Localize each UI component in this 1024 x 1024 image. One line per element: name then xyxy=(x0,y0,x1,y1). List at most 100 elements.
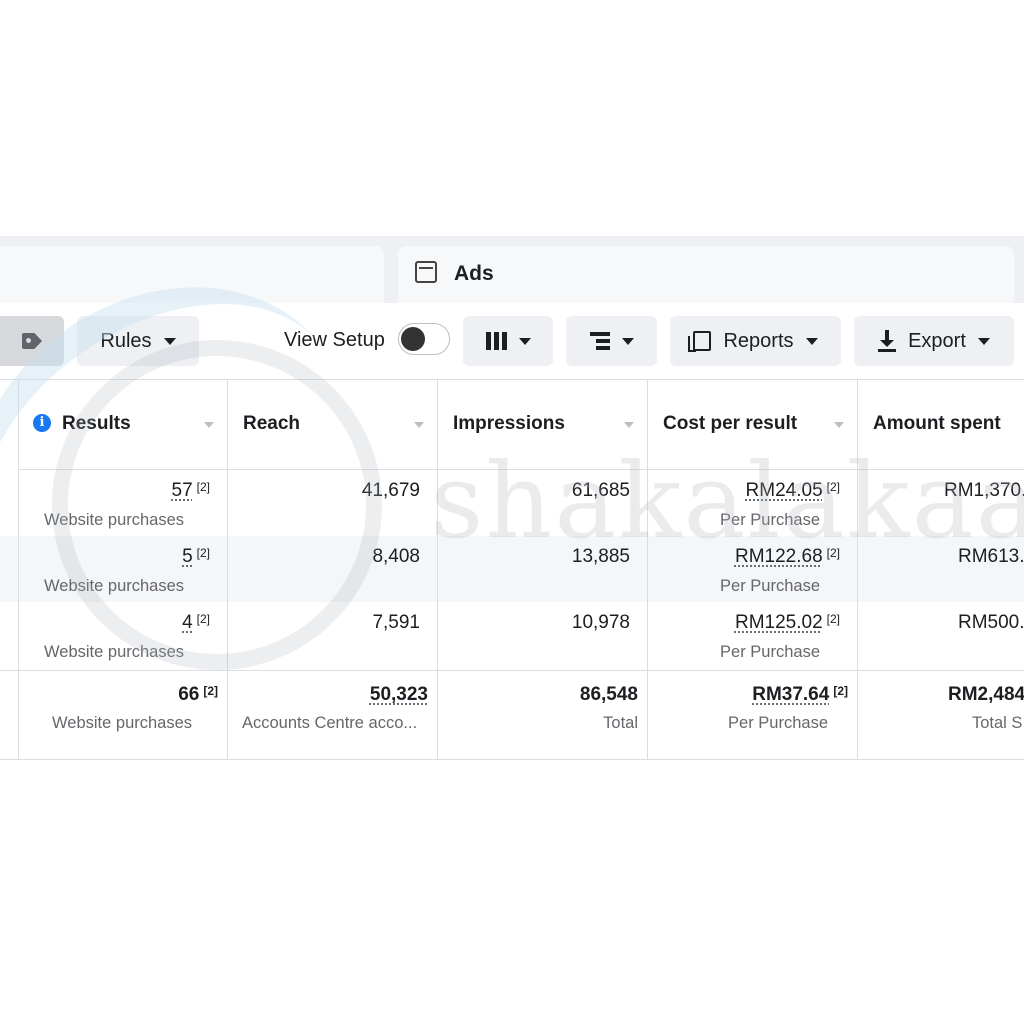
cell-amount-spent: RM613. xyxy=(858,536,1024,602)
tab-ads[interactable]: Ads xyxy=(398,246,1014,304)
cell-amount-spent: RM1,370. xyxy=(858,470,1024,536)
impressions-value: 61,685 xyxy=(572,480,630,502)
cost-subtext: Per Purchase xyxy=(720,511,820,530)
column-header-reach[interactable]: Reach xyxy=(228,379,438,470)
export-button[interactable]: Export xyxy=(854,316,1014,366)
results-value[interactable]: 57 [2] xyxy=(172,480,210,502)
total-impressions-subtext: Total xyxy=(603,714,638,733)
footnote-marker: [2] xyxy=(827,546,840,560)
column-divider xyxy=(18,379,19,760)
summary-row: 66 [2] Website purchases 50,323 Accounts … xyxy=(0,670,1024,760)
impressions-value: 10,978 xyxy=(572,612,630,634)
export-icon xyxy=(878,330,896,352)
amount-value: RM1,370. xyxy=(944,480,1024,502)
cell-impressions: 13,885 xyxy=(438,536,648,602)
footnote-marker: [2] xyxy=(197,612,210,626)
chevron-down-icon xyxy=(622,338,634,345)
total-reach-subtext: Accounts Centre acco... xyxy=(242,714,417,733)
view-setup-toggle[interactable] xyxy=(398,323,450,355)
total-results-value: 66 [2] xyxy=(178,684,218,706)
footnote-marker: [2] xyxy=(827,480,840,494)
results-value[interactable]: 5 [2] xyxy=(182,546,210,568)
sort-caret-icon[interactable] xyxy=(834,422,844,428)
total-cost-subtext: Per Purchase xyxy=(728,714,828,733)
table-row[interactable]: 4 [2] Website purchases 7,591 10,978 RM12… xyxy=(0,602,1024,668)
cell-reach: 7,591 xyxy=(228,602,438,668)
table-row[interactable]: 57 [2] Website purchases 41,679 61,685 RM… xyxy=(0,470,1024,536)
reach-value: 41,679 xyxy=(362,480,420,502)
chevron-down-icon xyxy=(519,338,531,345)
total-cost-per-result: RM37.64 [2] Per Purchase xyxy=(648,671,858,761)
sort-caret-icon[interactable] xyxy=(624,422,634,428)
column-header-label: Results xyxy=(62,413,131,435)
columns-button[interactable] xyxy=(463,316,553,366)
total-reach: 50,323 Accounts Centre acco... xyxy=(228,671,438,761)
tab-ad-sets[interactable] xyxy=(0,246,384,304)
column-header-label: Amount spent xyxy=(873,413,1001,435)
results-number: 5 xyxy=(182,546,193,567)
reach-value: 7,591 xyxy=(372,612,420,634)
footnote-marker: [2] xyxy=(197,546,210,560)
reports-button[interactable]: Reports xyxy=(670,316,841,366)
cost-number: RM122.68 xyxy=(735,546,823,567)
ads-icon xyxy=(415,261,437,283)
results-subtext: Website purchases xyxy=(44,643,184,662)
cell-results: 57 [2] Website purchases xyxy=(18,470,228,536)
total-amount-value: RM2,484 xyxy=(948,684,1024,706)
columns-icon xyxy=(486,332,507,350)
column-divider xyxy=(647,379,648,760)
column-header-cost-per-result[interactable]: Cost per result xyxy=(648,379,858,470)
chevron-down-icon xyxy=(164,338,176,345)
reach-value: 8,408 xyxy=(372,546,420,568)
cell-results: 4 [2] Website purchases xyxy=(18,602,228,668)
cost-number: RM125.02 xyxy=(735,612,823,633)
table-row[interactable]: 5 [2] Website purchases 8,408 13,885 RM12… xyxy=(0,536,1024,602)
column-header-amount-spent[interactable]: Amount spent xyxy=(858,379,1024,470)
cell-reach: 41,679 xyxy=(228,470,438,536)
column-header-label: Cost per result xyxy=(663,413,797,435)
footnote-marker: [2] xyxy=(197,480,210,494)
cell-cost-per-result: RM125.02 [2] Per Purchase xyxy=(648,602,858,668)
column-header-results[interactable]: i Results xyxy=(18,379,228,470)
tag-icon xyxy=(22,333,42,349)
reports-label: Reports xyxy=(723,330,793,353)
total-results: 66 [2] Website purchases xyxy=(18,671,228,761)
total-reach-number: 50,323 xyxy=(370,684,428,705)
cost-value[interactable]: RM122.68 [2] xyxy=(735,546,840,568)
sort-caret-icon[interactable] xyxy=(414,422,424,428)
sort-caret-icon[interactable] xyxy=(204,422,214,428)
total-cost-number: RM37.64 xyxy=(752,684,829,705)
total-cost-value[interactable]: RM37.64 [2] xyxy=(752,684,848,706)
cost-subtext: Per Purchase xyxy=(720,577,820,596)
tag-button[interactable] xyxy=(0,316,64,366)
footnote-marker: [2] xyxy=(203,684,218,698)
view-setup-label: View Setup xyxy=(284,329,385,352)
cell-impressions: 10,978 xyxy=(438,602,648,668)
results-number: 57 xyxy=(172,480,193,501)
total-reach-value[interactable]: 50,323 xyxy=(370,684,428,706)
rules-button[interactable]: Rules xyxy=(77,316,199,366)
tab-ads-label: Ads xyxy=(454,262,494,286)
total-amount-subtext: Total S xyxy=(972,714,1022,733)
cost-value[interactable]: RM24.05 [2] xyxy=(746,480,840,502)
cost-value[interactable]: RM125.02 [2] xyxy=(735,612,840,634)
column-header-label: Impressions xyxy=(453,413,565,435)
amount-value: RM500. xyxy=(958,612,1024,634)
reports-icon xyxy=(693,331,711,351)
rules-label: Rules xyxy=(100,330,151,353)
footnote-marker: [2] xyxy=(833,684,848,698)
footnote-marker: [2] xyxy=(827,612,840,626)
cell-cost-per-result: RM24.05 [2] Per Purchase xyxy=(648,470,858,536)
chevron-down-icon xyxy=(978,338,990,345)
total-amount-spent: RM2,484 Total S xyxy=(858,671,1024,761)
results-subtext: Website purchases xyxy=(44,511,184,530)
amount-value: RM613. xyxy=(958,546,1024,568)
column-header-impressions[interactable]: Impressions xyxy=(438,379,648,470)
results-value[interactable]: 4 [2] xyxy=(182,612,210,634)
cell-amount-spent: RM500. xyxy=(858,602,1024,668)
total-results-subtext: Website purchases xyxy=(52,714,192,733)
chevron-down-icon xyxy=(806,338,818,345)
results-subtext: Website purchases xyxy=(44,577,184,596)
breakdown-button[interactable] xyxy=(566,316,657,366)
column-header-label: Reach xyxy=(243,413,300,435)
